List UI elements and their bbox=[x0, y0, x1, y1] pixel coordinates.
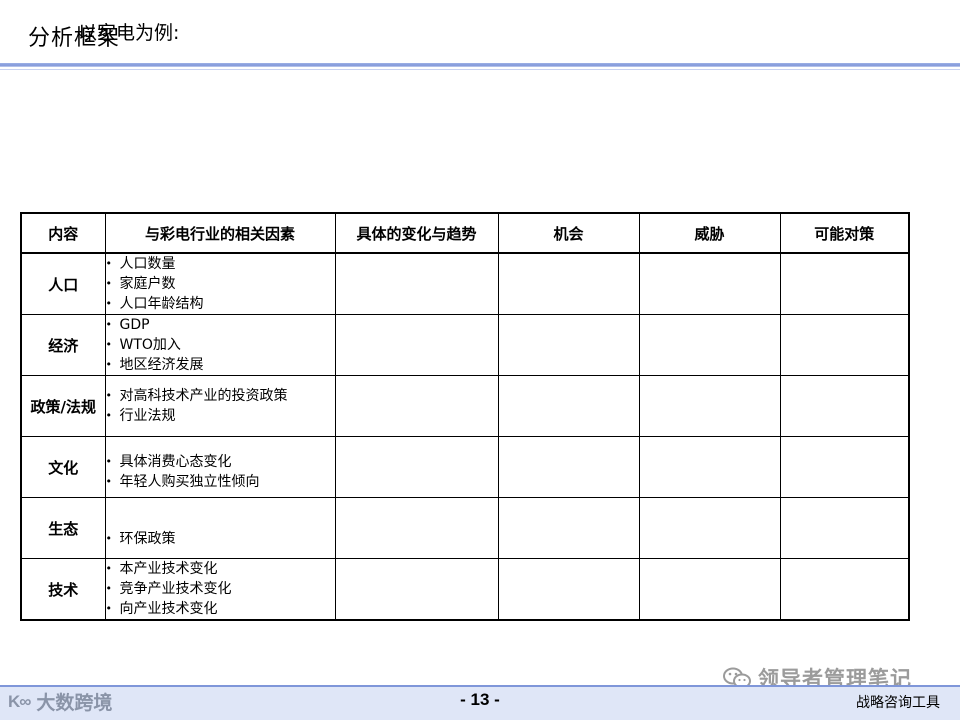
row-category: 人口 bbox=[20, 252, 106, 315]
factor-cell: GDP WTO加入 地区经济发展 bbox=[104, 314, 336, 376]
trend-cell bbox=[334, 252, 499, 315]
table-row: 政策/法规 对高科技术产业的投资政策 行业法规 bbox=[20, 375, 910, 437]
column-header-threats: 威胁 bbox=[638, 212, 781, 254]
threat-cell bbox=[638, 558, 781, 621]
trend-cell bbox=[334, 314, 499, 376]
table-row: 文化 具体消费心态变化 年轻人购买独立性倾向 bbox=[20, 436, 910, 498]
countermeasure-cell bbox=[779, 375, 910, 437]
brand-logo-text: 大数跨境 bbox=[36, 692, 113, 714]
row-category: 生态 bbox=[20, 497, 106, 559]
opportunity-cell bbox=[497, 314, 640, 376]
column-header-content: 内容 bbox=[20, 212, 106, 254]
trend-cell bbox=[334, 497, 499, 559]
factor-item: 人口年龄结构 bbox=[106, 294, 334, 314]
title-divider bbox=[0, 63, 960, 67]
opportunity-cell bbox=[497, 252, 640, 315]
footer-label: 战略咨询工具 bbox=[856, 695, 940, 711]
column-header-factors: 与彩电行业的相关因素 bbox=[104, 212, 336, 254]
table-row: 人口 人口数量 家庭户数 人口年龄结构 bbox=[20, 252, 910, 315]
factor-cell: 对高科技术产业的投资政策 行业法规 bbox=[104, 375, 336, 437]
factor-item: 对高科技术产业的投资政策 bbox=[106, 386, 334, 406]
row-category: 技术 bbox=[20, 558, 106, 621]
factor-item: 家庭户数 bbox=[106, 274, 334, 294]
table-row: 生态 环保政策 bbox=[20, 497, 910, 559]
countermeasure-cell bbox=[779, 252, 910, 315]
analysis-matrix-table: 内容 与彩电行业的相关因素 具体的变化与趋势 机会 威胁 可能对策 人口 人口数… bbox=[20, 212, 910, 621]
factor-item: 向产业技术变化 bbox=[106, 599, 334, 619]
opportunity-cell bbox=[497, 436, 640, 498]
brand-logo: K∞ 大数跨境 bbox=[8, 688, 112, 715]
factor-item: 具体消费心态变化 bbox=[106, 452, 334, 472]
brand-logo-icon: K∞ bbox=[8, 691, 31, 711]
countermeasure-cell bbox=[779, 436, 910, 498]
factor-item: WTO加入 bbox=[106, 335, 334, 355]
threat-cell bbox=[638, 252, 781, 315]
threat-cell bbox=[638, 375, 781, 437]
factor-item: 年轻人购买独立性倾向 bbox=[106, 472, 334, 492]
factor-item: 竞争产业技术变化 bbox=[106, 579, 334, 599]
row-category: 政策/法规 bbox=[20, 375, 106, 437]
table-row: 技术 本产业技术变化 竞争产业技术变化 向产业技术变化 bbox=[20, 558, 910, 621]
factor-item: 本产业技术变化 bbox=[106, 559, 334, 579]
column-header-trends: 具体的变化与趋势 bbox=[334, 212, 499, 254]
row-category: 经济 bbox=[20, 314, 106, 376]
title-divider-thin bbox=[0, 69, 960, 70]
opportunity-cell bbox=[497, 375, 640, 437]
threat-cell bbox=[638, 497, 781, 559]
countermeasure-cell bbox=[779, 497, 910, 559]
table-row: 经济 GDP WTO加入 地区经济发展 bbox=[20, 314, 910, 376]
factor-cell: 本产业技术变化 竞争产业技术变化 向产业技术变化 bbox=[104, 558, 336, 621]
column-header-countermeasures: 可能对策 bbox=[779, 212, 910, 254]
factor-item: 人口数量 bbox=[106, 254, 334, 274]
table-header-row: 内容 与彩电行业的相关因素 具体的变化与趋势 机会 威胁 可能对策 bbox=[20, 212, 910, 254]
countermeasure-cell bbox=[779, 558, 910, 621]
factor-item: 环保政策 bbox=[106, 529, 334, 549]
factor-cell: 环保政策 bbox=[104, 497, 336, 559]
threat-cell bbox=[638, 314, 781, 376]
trend-cell bbox=[334, 558, 499, 621]
page-number: - 13 - bbox=[460, 690, 500, 709]
factor-item: GDP bbox=[106, 316, 334, 336]
countermeasure-cell bbox=[779, 314, 910, 376]
factor-cell: 具体消费心态变化 年轻人购买独立性倾向 bbox=[104, 436, 336, 498]
factor-item: 行业法规 bbox=[106, 406, 334, 426]
opportunity-cell bbox=[497, 497, 640, 559]
opportunity-cell bbox=[497, 558, 640, 621]
factor-cell: 人口数量 家庭户数 人口年龄结构 bbox=[104, 252, 336, 315]
factor-item: 地区经济发展 bbox=[106, 355, 334, 375]
page-subtitle: 以家电为例: bbox=[78, 22, 180, 44]
row-category: 文化 bbox=[20, 436, 106, 498]
threat-cell bbox=[638, 436, 781, 498]
trend-cell bbox=[334, 436, 499, 498]
trend-cell bbox=[334, 375, 499, 437]
column-header-opportunities: 机会 bbox=[497, 212, 640, 254]
